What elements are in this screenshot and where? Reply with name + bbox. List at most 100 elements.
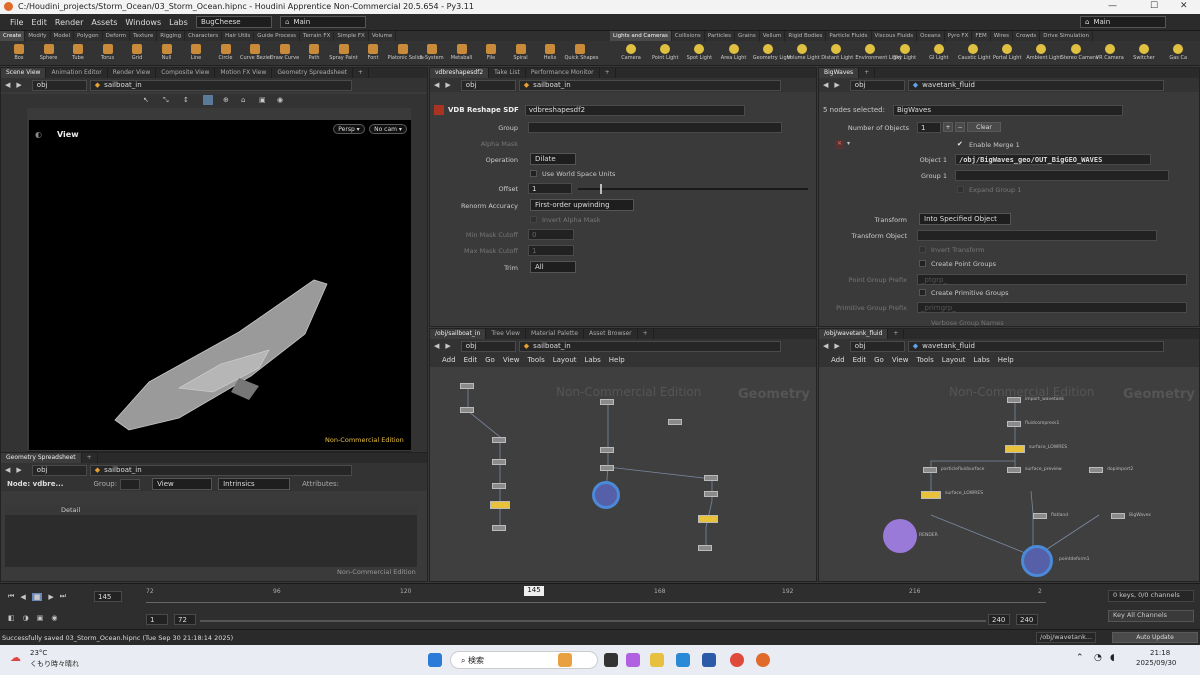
shelf-tab[interactable]: Terrain FX: [300, 31, 335, 41]
shelf-tool[interactable]: Tube: [63, 41, 93, 66]
shelf-tool[interactable]: Sphere: [34, 41, 64, 66]
shelf-tool[interactable]: Curve Bezier: [240, 41, 272, 66]
current-frame-marker[interactable]: 145: [524, 586, 544, 596]
enable-merge-checkbox[interactable]: ✔: [957, 140, 963, 148]
tray-network-icon[interactable]: ◔: [1094, 653, 1102, 663]
shelf-tool[interactable]: Metaball: [447, 41, 477, 66]
offset-slider-handle[interactable]: [600, 184, 602, 194]
group-field[interactable]: [120, 478, 141, 490]
net-node[interactable]: [923, 467, 937, 473]
net-node[interactable]: [1007, 421, 1021, 427]
shelf-tab[interactable]: Hair Utils: [222, 31, 255, 41]
key-all-channels-menu[interactable]: Key All Channels: [1108, 610, 1194, 622]
shelf-tab[interactable]: Wires: [991, 31, 1014, 41]
shelf-tool[interactable]: Stereo Camera: [1061, 41, 1098, 66]
panel-tab[interactable]: Material Palette: [526, 329, 585, 339]
realtime-icon[interactable]: ◧: [8, 614, 15, 622]
shelf-set-selector-right[interactable]: ⌂ Main: [1080, 16, 1166, 28]
shelf-tab[interactable]: Viscous Fluids: [872, 31, 918, 41]
shelf-tool[interactable]: Area Light: [719, 41, 749, 66]
shelf-tool[interactable]: Geometry Light: [753, 41, 792, 66]
tab-bigwaves[interactable]: BigWaves: [819, 68, 860, 78]
shelf-tool[interactable]: Volume Light: [787, 41, 820, 66]
shelf-tool[interactable]: L-System: [417, 41, 447, 66]
start-icon[interactable]: [428, 653, 442, 667]
network-menu-item[interactable]: Help: [609, 356, 625, 364]
jump-start-icon[interactable]: ⏮: [8, 592, 14, 601]
net-node[interactable]: [1007, 397, 1021, 403]
shelf-tab[interactable]: Simple FX: [334, 31, 369, 41]
shelf-tool[interactable]: Box: [4, 41, 34, 66]
3d-viewport[interactable]: ◐ View Persp ▾ No cam ▾ Non-Commercial E…: [29, 120, 411, 450]
taskview-icon[interactable]: [604, 653, 618, 667]
net-node-yellow[interactable]: [1005, 445, 1025, 453]
chrome-icon[interactable]: [730, 653, 744, 667]
copilot-icon[interactable]: [626, 653, 640, 667]
shelf-tool[interactable]: Helix: [535, 41, 565, 66]
tray-chevron-icon[interactable]: ⌃: [1076, 653, 1084, 663]
network-right-canvas[interactable]: Non-Commercial Edition Geometry import_w…: [819, 367, 1199, 581]
menu-item-windows[interactable]: Windows: [125, 18, 161, 27]
key-icon[interactable]: ◉: [51, 614, 57, 622]
shelf-tool[interactable]: Quick Shapes: [565, 41, 599, 66]
shelf-tab[interactable]: Collisions: [672, 31, 705, 41]
path-node[interactable]: ◆ sailboat_in: [89, 79, 352, 91]
tool-select-icon[interactable]: ↖: [143, 96, 149, 104]
network-menu-item[interactable]: View: [503, 356, 520, 364]
offset-field[interactable]: 1: [528, 183, 572, 194]
expand-group-checkbox[interactable]: [957, 186, 964, 195]
edge-icon[interactable]: [676, 653, 690, 667]
panel-tab[interactable]: /obj/wavetank_fluid: [819, 329, 889, 339]
time-ruler[interactable]: 72 96 120 168 192 216 2: [146, 588, 1046, 606]
back-arrow-icon[interactable]: ◀: [434, 81, 439, 89]
tool-lasso-icon[interactable]: ⤡: [163, 96, 169, 105]
invert-transform-checkbox[interactable]: [919, 246, 926, 255]
net-node-yellow[interactable]: [490, 501, 510, 509]
net-node[interactable]: [1089, 467, 1103, 473]
shelf-tool[interactable]: Ambient Light: [1026, 41, 1062, 66]
net-node[interactable]: [492, 483, 506, 489]
shelf-tool[interactable]: Circle: [211, 41, 241, 66]
add-object-button[interactable]: +: [943, 122, 953, 132]
group-field[interactable]: [528, 122, 782, 133]
widget-icon[interactable]: [558, 653, 572, 667]
shelf-tab[interactable]: Oceans: [917, 31, 945, 41]
shelf-tool[interactable]: Font: [358, 41, 388, 66]
shelf-tab[interactable]: Drive Simulation: [1040, 31, 1093, 41]
weather-icon[interactable]: ☁: [10, 651, 21, 664]
path-node[interactable]: ◆ sailboat_in: [518, 79, 781, 91]
shelf-tool[interactable]: Path: [299, 41, 329, 66]
tray-volume-icon[interactable]: ◖: [1110, 653, 1115, 663]
start-range-field[interactable]: 72: [174, 614, 196, 625]
network-menu-item[interactable]: Labs: [974, 356, 990, 364]
shelf-tool[interactable]: Spot Light: [684, 41, 714, 66]
end-frame-field[interactable]: 240: [1016, 614, 1038, 625]
panel-tab[interactable]: Geometry Spreadsheet: [272, 68, 353, 78]
max-mask-field[interactable]: 1: [528, 245, 574, 256]
network-menu-item[interactable]: Add: [442, 356, 456, 364]
entry-menu-icon[interactable]: ▾: [847, 140, 850, 147]
network-menu-item[interactable]: Go: [485, 356, 495, 364]
search-box[interactable]: ⌕ 検索: [450, 651, 598, 669]
add-tab-icon[interactable]: +: [353, 68, 370, 78]
shelf-tool[interactable]: Caustic Light: [958, 41, 991, 66]
sound-icon[interactable]: ◑: [23, 614, 29, 622]
panel-tab[interactable]: Tree View: [486, 329, 526, 339]
panel-tab[interactable]: /obj/sailboat_in: [430, 329, 487, 339]
stop-icon[interactable]: ■: [31, 592, 43, 601]
tool-transform-icon[interactable]: ↕: [183, 96, 189, 104]
net-node[interactable]: [1033, 513, 1047, 519]
net-node[interactable]: [1007, 467, 1021, 473]
object1-field[interactable]: /obj/BigWaves_geo/OUT_BigGEO_WAVES: [955, 154, 1151, 165]
back-arrow-icon[interactable]: ◀: [434, 342, 439, 350]
shelf-tool[interactable]: File: [476, 41, 506, 66]
panel-tab[interactable]: Scene View: [1, 68, 47, 78]
shelf-tool[interactable]: GI Light: [924, 41, 954, 66]
menu-item-file[interactable]: File: [10, 18, 23, 27]
step-back-icon[interactable]: ◀: [20, 593, 25, 601]
back-arrow-icon[interactable]: ◀: [823, 81, 828, 89]
menu-item-labs[interactable]: Labs: [169, 18, 188, 27]
tool-render-icon[interactable]: ◉: [277, 96, 283, 104]
panel-tab[interactable]: Animation Editor: [46, 68, 108, 78]
shelf-tab[interactable]: FEM: [972, 31, 991, 41]
